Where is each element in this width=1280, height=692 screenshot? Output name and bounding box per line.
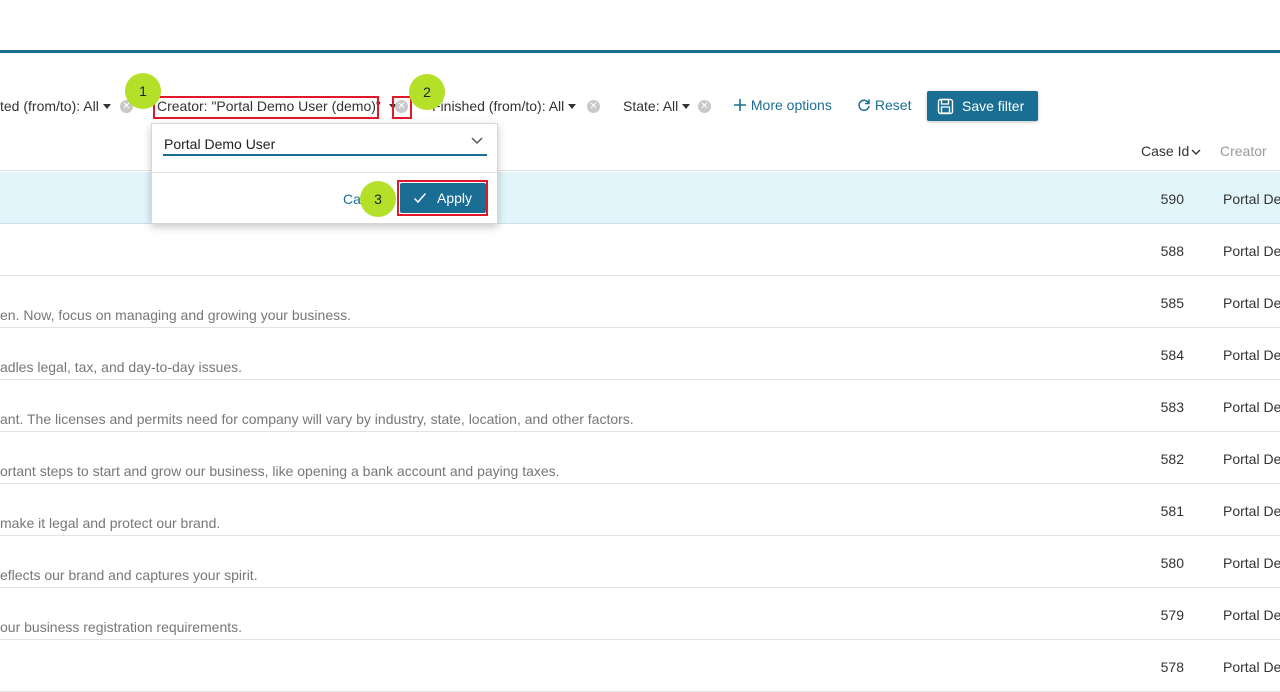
highlight-apply-button [397,180,488,216]
table-row[interactable]: 588 Portal Demo User [0,224,1280,276]
filter-state-label: State: All [623,98,679,114]
filter-created[interactable]: ted (from/to): All [0,98,111,114]
header-divider [0,50,1280,53]
chevron-down-icon [1191,149,1201,155]
creator-cell: Portal Demo User [1223,295,1280,311]
table-row[interactable]: en. Now, focus on managing and growing y… [0,276,1280,328]
creator-cell: Portal Demo User [1223,555,1280,571]
chevron-down-icon [471,137,483,145]
column-header-case-id[interactable]: Case Id [1141,143,1201,159]
popup-divider [152,172,497,173]
creator-cell: Portal Demo User [1223,503,1280,519]
table-row[interactable]: adles legal, tax, and day-to-day issues.… [0,328,1280,380]
case-description: en. Now, focus on managing and growing y… [0,307,351,323]
plus-icon [734,99,746,111]
clear-finished-icon[interactable]: ✕ [587,100,600,113]
table-row[interactable]: make it legal and protect our brand. 581 P… [0,484,1280,536]
table-row[interactable]: our business registration requirements. 5… [0,588,1280,640]
case-description: ant. The licenses and permits need for c… [0,411,634,427]
case-id-cell: 580 [1160,555,1184,571]
creator-cell: Portal Demo User [1223,347,1280,363]
save-filter-label: Save filter [962,98,1025,114]
cancel-button[interactable]: Cancel [343,191,361,207]
case-description: make it legal and protect our brand. [0,515,221,531]
case-id-cell: 581 [1160,503,1184,519]
filter-finished[interactable]: Finished (from/to): All [432,98,577,114]
creator-select[interactable]: Portal Demo User [163,134,487,156]
top-bar [0,0,1280,50]
caret-down-icon [102,104,111,109]
save-icon [937,98,954,115]
case-id-cell: 579 [1160,607,1184,623]
reset-label: Reset [874,97,912,113]
step-badge-2: 2 [409,74,445,110]
reset-link[interactable]: Reset [857,97,911,113]
more-options-label: More options [750,97,832,113]
filter-created-label: ted (from/to): All [0,98,99,114]
case-id-cell: 583 [1160,399,1184,415]
case-description: adles legal, tax, and day-to-day issues. [0,359,243,375]
save-filter-button[interactable]: Save filter [927,91,1038,121]
case-id-cell: 578 [1160,659,1184,675]
creator-cell: Portal Demo User [1223,451,1280,467]
more-options-link[interactable]: More options [733,97,832,113]
column-header-creator[interactable]: Creator [1220,143,1267,159]
creator-cell: Portal Demo User [1223,243,1280,259]
table-row[interactable]: eflects our brand and captures your spir… [0,536,1280,588]
step-badge-1: 1 [125,73,161,109]
filter-state[interactable]: State: All [623,98,691,114]
case-id-cell: 588 [1160,243,1184,259]
caret-down-icon [682,104,691,109]
refresh-icon [858,99,870,112]
case-table-body: 590 Portal Demo User 588 Portal Demo User en… [0,172,1280,692]
case-description: ortant steps to start and grow our busin… [0,463,560,479]
table-row[interactable]: ortant steps to start and grow our busin… [0,432,1280,484]
table-row[interactable]: 578 Portal Demo User [0,640,1280,692]
case-id-header-label: Case Id [1141,143,1190,159]
case-id-cell: 585 [1160,295,1184,311]
case-id-cell: 584 [1160,347,1184,363]
table-row[interactable]: ant. The licenses and permits need for c… [0,380,1280,432]
case-description: eflects our brand and captures your spir… [0,567,258,583]
case-id-cell: 590 [1160,191,1184,207]
highlight-clear-creator [392,96,412,119]
clear-state-icon[interactable]: ✕ [698,100,711,113]
creator-cell: Portal Demo User [1223,607,1280,623]
creator-cell: Portal Demo User [1223,659,1280,675]
creator-cell: Portal Demo User [1223,399,1280,415]
caret-down-icon [568,104,577,109]
filter-finished-label: Finished (from/to): All [432,98,565,114]
highlight-creator-filter [153,96,379,119]
case-description: our business registration requirements. [0,619,243,635]
creator-cell: Portal Demo User [1223,191,1280,207]
step-badge-3: 3 [360,181,396,217]
case-id-cell: 582 [1160,451,1184,467]
creator-select-value: Portal Demo User [164,136,276,152]
